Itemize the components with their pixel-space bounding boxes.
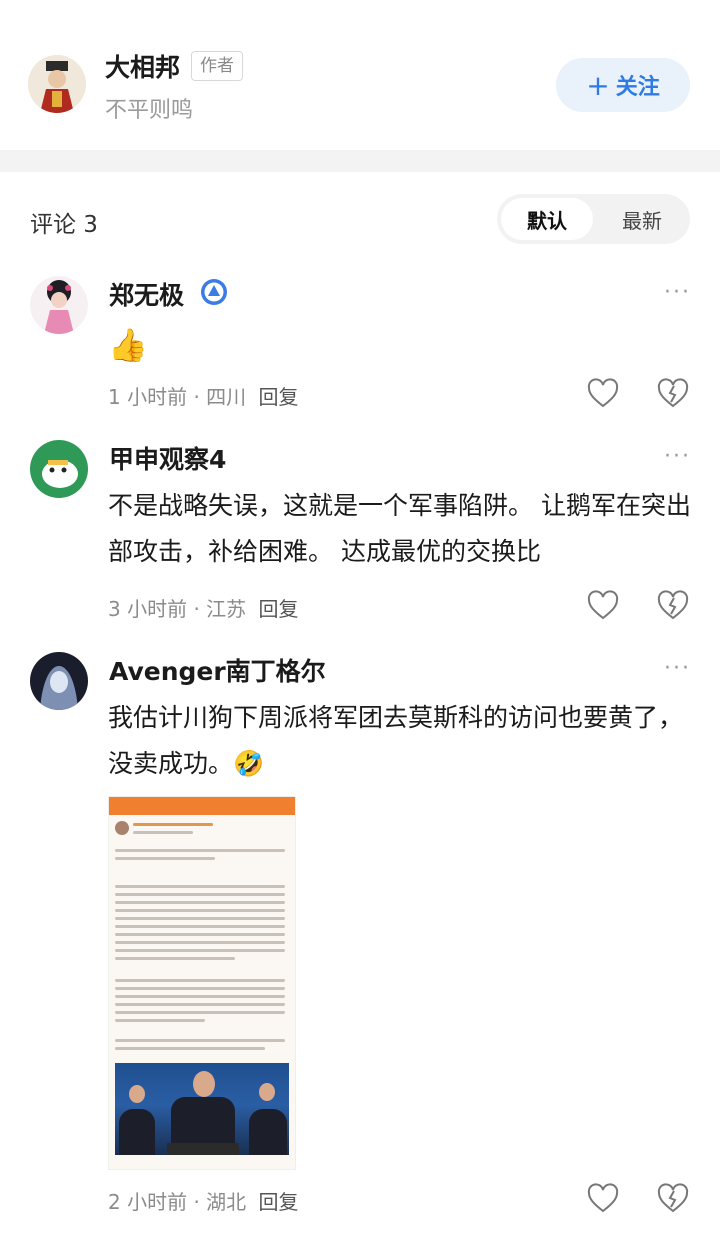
heart-icon[interactable] (586, 589, 620, 623)
comment-meta: 1 小时前 · 四川 回复 (108, 385, 299, 409)
image-line (115, 901, 285, 904)
reply-button[interactable]: 回复 (259, 597, 299, 621)
image-avatar (115, 821, 129, 835)
broken-heart-icon[interactable] (656, 589, 690, 623)
image-line (115, 893, 285, 896)
comment-emoji: 👍 (108, 326, 148, 364)
image-line (115, 1019, 205, 1022)
comment-time: 2 小时前 (108, 1190, 188, 1214)
sort-latest-tab[interactable]: 最新 (597, 198, 687, 240)
plus-icon: + (586, 68, 610, 102)
commenter-name[interactable]: Avenger南丁格尔 (109, 652, 326, 688)
comment-location: 四川 (206, 385, 247, 409)
image-line (115, 957, 235, 960)
image-line (115, 949, 285, 952)
commenter-name[interactable]: 甲申观察4 (109, 440, 226, 476)
commenter-name[interactable]: 郑无极 (109, 276, 184, 312)
image-line (115, 925, 285, 928)
image-line (115, 987, 285, 990)
broken-heart-icon[interactable] (656, 377, 690, 411)
image-header-bar (109, 797, 295, 815)
comment-location: 江苏 (206, 597, 247, 621)
reply-button[interactable]: 回复 (259, 385, 299, 409)
comment-location: 湖北 (206, 1190, 247, 1214)
image-line (115, 1003, 285, 1006)
image-line (115, 933, 285, 936)
heart-icon[interactable] (586, 1182, 620, 1216)
reply-button[interactable]: 回复 (259, 1190, 299, 1214)
image-line (115, 1039, 285, 1042)
image-line (115, 917, 285, 920)
comment-meta: 2 小时前 · 湖北 回复 (108, 1190, 299, 1214)
image-line (133, 823, 213, 826)
comment-text: 我估计川狗下周派将军团去莫斯科的访问也要黄了，没卖成功。🤣 (108, 703, 684, 778)
image-line (115, 857, 215, 860)
image-person (119, 1109, 155, 1155)
comments-count-title: 评论 3 (30, 212, 98, 238)
image-face (129, 1085, 145, 1103)
section-divider (0, 150, 720, 172)
sort-toggle: 默认 最新 (497, 194, 690, 244)
commenter-avatar[interactable] (30, 652, 88, 710)
more-dots-icon[interactable]: ··· (664, 280, 691, 305)
comment-time: 1 小时前 (108, 385, 188, 409)
image-line (133, 831, 193, 834)
author-tag: 作者 (191, 51, 243, 81)
image-person (249, 1109, 287, 1155)
image-line (115, 909, 285, 912)
author-signature: 不平则鸣 (105, 98, 194, 123)
image-podium (167, 1143, 239, 1155)
image-photo (115, 1063, 289, 1155)
author-name[interactable]: 大相邦 (105, 48, 180, 84)
more-dots-icon[interactable]: ··· (664, 656, 691, 681)
image-line (115, 1011, 285, 1014)
comment-meta: 3 小时前 · 江苏 回复 (108, 597, 299, 621)
heart-icon[interactable] (586, 377, 620, 411)
commenter-avatar[interactable] (30, 440, 88, 498)
follow-button[interactable]: + 关注 (556, 58, 690, 112)
comment-image[interactable] (108, 796, 296, 1170)
image-line (115, 849, 285, 852)
comment-time: 3 小时前 (108, 597, 188, 621)
image-line (115, 885, 285, 888)
verified-badge-icon (200, 278, 228, 310)
image-line (115, 1047, 265, 1050)
author-avatar[interactable] (28, 55, 86, 113)
image-face (193, 1071, 215, 1097)
broken-heart-icon[interactable] (656, 1182, 690, 1216)
sort-default-tab[interactable]: 默认 (501, 198, 593, 240)
more-dots-icon[interactable]: ··· (664, 444, 691, 469)
image-line (115, 979, 285, 982)
comment-text: 不是战略失误，这就是一个军事陷阱。 让鹅军在突出部攻击，补给困难。 达成最优的交… (108, 491, 691, 566)
image-line (115, 995, 285, 998)
image-line (115, 941, 285, 944)
follow-label: 关注 (615, 75, 660, 100)
commenter-avatar[interactable] (30, 276, 88, 334)
image-face (259, 1083, 275, 1101)
